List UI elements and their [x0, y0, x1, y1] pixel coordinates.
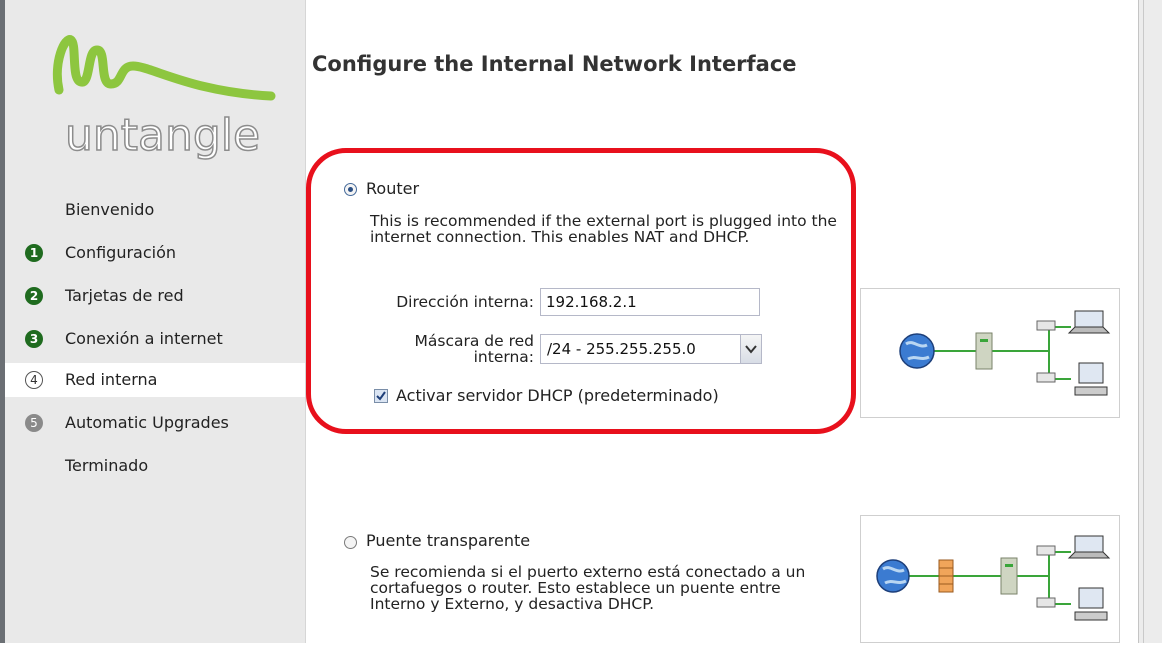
sidebar-item-automatic-upgrades[interactable]: 5 Automatic Upgrades	[5, 406, 305, 440]
sidebar-item-label: Tarjetas de red	[65, 286, 184, 305]
router-network-diagram	[860, 288, 1120, 418]
router-highlight-outline	[306, 148, 856, 434]
step-done-badge: 3	[25, 330, 43, 348]
sidebar-item-bienvenido[interactable]: Bienvenido	[5, 193, 305, 227]
sidebar-item-label: Conexión a internet	[65, 329, 223, 348]
sidebar-item-conexion-a-internet[interactable]: 3 Conexión a internet	[5, 322, 305, 356]
sidebar-item-terminado[interactable]: Terminado	[5, 449, 305, 483]
sidebar-item-tarjetas-de-red[interactable]: 2 Tarjetas de red	[5, 279, 305, 313]
sidebar-item-label: Bienvenido	[65, 200, 155, 219]
untangle-logo: untangle	[52, 35, 276, 162]
step-done-badge: 2	[25, 287, 43, 305]
window-right-edge	[1138, 0, 1162, 643]
sidebar-item-red-interna[interactable]: 4 Red interna	[5, 363, 305, 397]
sidebar-item-configuracion[interactable]: 1 Configuración	[5, 236, 305, 270]
sidebar: untangle Bienvenido 1 Configuración 2 Ta…	[5, 0, 306, 643]
step-future-badge: 5	[25, 414, 43, 432]
bridge-option-label[interactable]: Puente transparente	[366, 531, 530, 550]
sidebar-item-label: Terminado	[65, 456, 149, 475]
page-title: Configure the Internal Network Interface	[312, 52, 797, 76]
bridge-radio[interactable]	[344, 536, 357, 549]
step-done-badge: 1	[25, 244, 43, 262]
step-current-badge: 4	[25, 371, 43, 389]
svg-text:untangle: untangle	[65, 110, 260, 161]
sidebar-item-label: Configuración	[65, 243, 177, 262]
bridge-description: Se recomienda si el puerto externo está …	[370, 563, 806, 613]
sidebar-item-label: Red interna	[65, 370, 158, 389]
sidebar-item-label: Automatic Upgrades	[65, 413, 229, 432]
bridge-network-diagram	[860, 515, 1120, 643]
